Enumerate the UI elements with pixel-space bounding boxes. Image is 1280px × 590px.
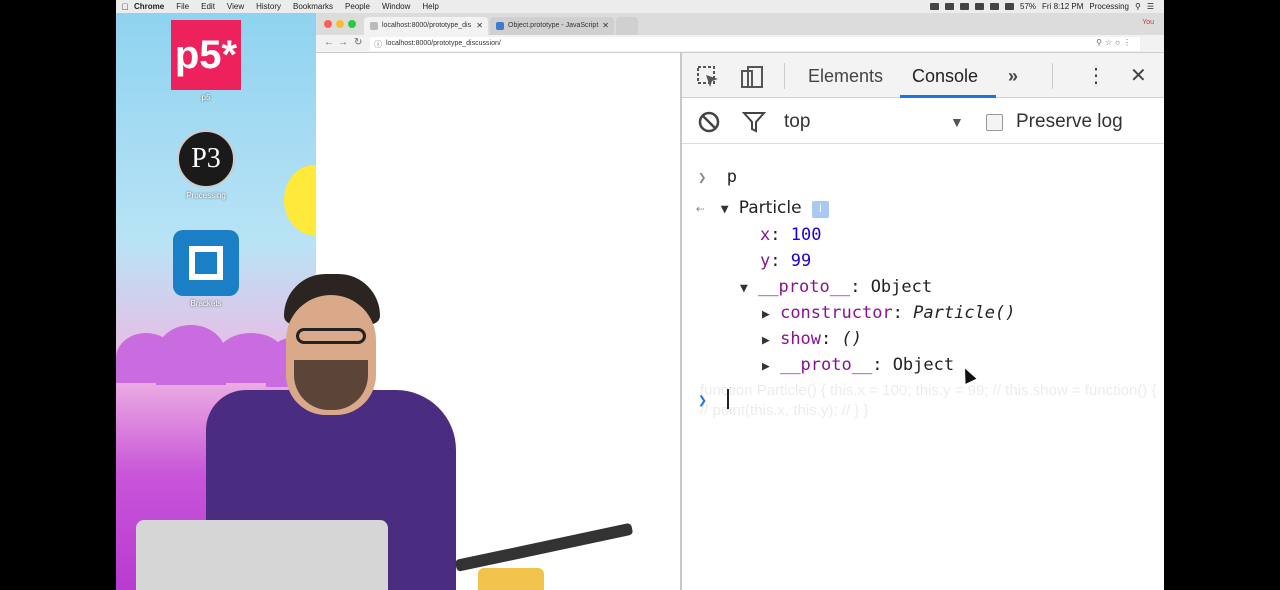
menu-app-name[interactable]: Chrome [134,2,164,11]
clear-console-icon[interactable] [698,111,720,133]
p5-logo-icon: p5* [171,20,241,90]
url-text: localhost:8000/prototype_discussion/ [386,40,501,47]
toolbar-divider [1052,63,1053,89]
dropbox-icon[interactable] [930,3,940,10]
menu-help[interactable]: Help [422,2,438,11]
minimize-window-icon[interactable] [336,20,344,28]
page-favicon-icon [370,22,378,30]
property-proto[interactable]: ▼ __proto__: Object [740,277,932,297]
text-caret [727,389,730,409]
desktop-icon-processing[interactable]: P3 Processing [161,130,251,200]
close-devtools-icon[interactable]: ✕ [1130,63,1147,88]
preserve-log-label: Preserve log [1016,111,1123,132]
tab-mdn[interactable]: Object.prototype - JavaScript ✕ [490,17,614,35]
context-selector[interactable]: top [784,111,810,133]
menu-history[interactable]: History [256,2,281,11]
mdn-favicon-icon [496,22,504,30]
devtools-tabbar: Elements Console » ⋮ ✕ [682,53,1164,98]
browser-toolbar: ← → ↻ ⓘ localhost:8000/prototype_discuss… [316,35,1164,53]
bluetooth-icon[interactable] [975,3,985,10]
info-badge-icon[interactable]: i [811,201,829,218]
expand-triangle-icon[interactable]: ▶ [762,359,770,374]
active-tab-indicator [900,95,996,98]
expand-triangle-icon[interactable]: ▶ [762,307,770,322]
clock[interactable]: Fri 8:12 PM [1042,2,1083,11]
close-window-icon[interactable] [324,20,332,28]
tab-strip: localhost:8000/prototype_dis ✕ Object.pr… [316,13,1164,35]
tab-elements[interactable]: Elements [808,66,883,87]
property-y: y: 99 [760,251,812,271]
forward-icon[interactable]: → [338,37,348,48]
notification-icon[interactable]: ☰ [1147,2,1154,11]
inspect-element-icon[interactable] [696,65,720,89]
menu-file[interactable]: File [176,2,189,11]
console-input-line: ❯ p [698,167,737,187]
menu-window[interactable]: Window [382,2,410,11]
battery-percent[interactable]: 57% [1020,2,1036,11]
menu-view[interactable]: View [227,2,244,11]
property-proto-nested[interactable]: ▶ __proto__: Object [762,355,954,375]
presenter-glasses [296,328,366,344]
new-tab-button[interactable] [616,17,638,35]
status-area: 57% Fri 8:12 PM Processing ⚲ ☰ [930,2,1164,11]
apple-icon[interactable]:  [116,2,134,12]
menu-bookmarks[interactable]: Bookmarks [293,2,333,11]
property-constructor[interactable]: ▶ constructor: Particle() [762,303,1016,323]
menu-people[interactable]: People [345,2,370,11]
more-tabs-button[interactable]: » [1008,66,1018,87]
console-output: ❯ p ⇠ ▼ Particle i x: 100 y: 99 ▼ __prot… [682,145,1164,590]
device-toolbar-icon[interactable] [740,65,764,89]
context-dropdown-icon[interactable]: ▼ [950,114,964,130]
spotlight-icon[interactable]: ⚲ [1135,2,1141,11]
preserve-log-checkbox[interactable] [986,114,1003,131]
screen-icon[interactable] [945,3,955,10]
desktop-icon-p5[interactable]: p5* p5 [161,20,251,102]
zoom-window-icon[interactable] [348,20,356,28]
collapse-triangle-icon[interactable]: ▼ [740,281,748,296]
laptop-with-stickers [136,520,388,590]
console-result-line[interactable]: ⇠ ▼ Particle i [696,198,829,218]
input-chevron-icon: ❯ [698,170,707,186]
expand-triangle-icon[interactable]: ▶ [762,333,770,348]
console-filter-bar: top ▼ Preserve log [682,99,1164,144]
reload-icon[interactable]: ↻ [354,37,362,48]
tab-title: Object.prototype - JavaScript [508,22,599,29]
screen:  Chrome File Edit View History Bookmark… [116,0,1164,590]
close-tab-icon[interactable]: ✕ [476,21,483,30]
processing-logo-icon: P3 [177,130,235,188]
profile-button[interactable]: You [1142,19,1154,26]
property-show[interactable]: ▶ show: () [762,329,862,349]
mac-menu-bar:  Chrome File Edit View History Bookmark… [116,0,1164,13]
coffee-mug [478,568,544,590]
desktop-icon-label: Processing [186,191,226,200]
filter-icon[interactable] [742,111,766,133]
address-bar[interactable]: ⓘ localhost:8000/prototype_discussion/ ⚲… [370,37,1140,51]
kebab-menu-icon[interactable]: ⋮ [1086,63,1106,88]
console-prompt[interactable]: ❯ [698,389,730,410]
volume-icon[interactable] [1005,3,1015,10]
prompt-chevron-icon: ❯ [698,391,708,409]
property-x: x: 100 [760,225,822,245]
collapse-triangle-icon[interactable]: ▼ [721,202,729,217]
hover-tooltip-ghost: function Particle() { this.x = 100; this… [700,382,1157,419]
wifi-icon[interactable] [990,3,1000,10]
tab-localhost[interactable]: localhost:8000/prototype_dis ✕ [364,17,488,35]
tab-title: localhost:8000/prototype_dis [382,22,472,29]
menu-right-app[interactable]: Processing [1089,2,1129,11]
menu-edit[interactable]: Edit [201,2,215,11]
desktop-icon-label: p5 [201,93,211,102]
close-tab-icon[interactable]: ✕ [602,21,609,30]
tab-console[interactable]: Console [912,66,978,87]
devtools-panel: Elements Console » ⋮ ✕ top ▼ Preserve lo… [680,53,1164,590]
omnibox-actions[interactable]: ⚲☆○⋮ [1096,38,1134,47]
result-arrow-icon: ⇠ [696,201,705,217]
toolbar-divider [784,63,785,89]
presenter-video-overlay [116,260,476,590]
site-info-icon[interactable]: ⓘ [374,39,382,50]
time-machine-icon[interactable] [960,3,970,10]
back-icon[interactable]: ← [324,37,334,48]
